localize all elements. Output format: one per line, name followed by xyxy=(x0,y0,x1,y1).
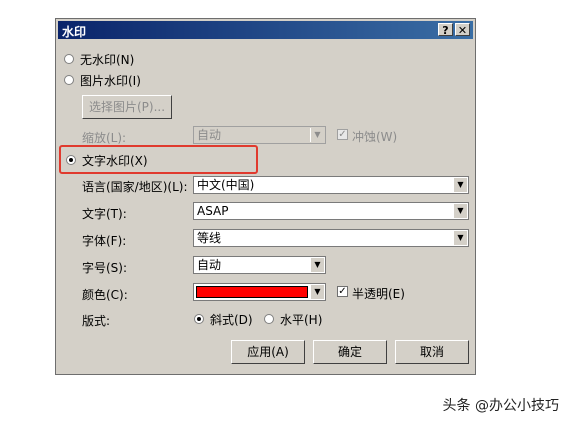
highlight-box xyxy=(59,145,258,174)
language-label: 语言(国家/地区)(L): xyxy=(82,180,188,194)
radio-layout-horizontal[interactable] xyxy=(264,314,274,324)
semitransparent-label[interactable]: 半透明(E) xyxy=(352,285,405,302)
size-label: 字号(S): xyxy=(82,261,128,275)
chevron-down-icon[interactable]: ▼ xyxy=(453,231,467,245)
cancel-button[interactable]: 取消 xyxy=(395,340,469,364)
font-label: 字体(F): xyxy=(82,234,127,248)
font-dropdown[interactable]: 等线 ▼ xyxy=(193,229,469,247)
scale-label: 缩放(L): xyxy=(82,131,127,145)
layout-label: 版式: xyxy=(82,314,111,328)
chevron-down-icon[interactable]: ▼ xyxy=(310,128,324,142)
radio-no-watermark[interactable] xyxy=(64,54,74,64)
radio-picture-watermark[interactable] xyxy=(64,75,74,85)
text-value: ASAP xyxy=(197,204,229,218)
scale-value: 自动 xyxy=(197,128,222,142)
picture-watermark-label[interactable]: 图片水印(I) xyxy=(80,72,141,89)
title-bar[interactable]: 水印 ? ✕ xyxy=(58,21,473,39)
help-button[interactable]: ? xyxy=(438,23,453,37)
color-dropdown[interactable]: ▼ xyxy=(193,283,326,301)
washout-label: 冲蚀(W) xyxy=(352,130,398,144)
size-value: 自动 xyxy=(197,258,222,272)
ok-button[interactable]: 确定 xyxy=(313,340,387,364)
layout-horizontal-label[interactable]: 水平(H) xyxy=(280,311,322,328)
credit-watermark: 头条 @办公小技巧 xyxy=(442,398,559,414)
washout-checkbox[interactable]: ✓ xyxy=(337,129,348,140)
chevron-down-icon[interactable]: ▼ xyxy=(453,204,467,218)
color-label: 颜色(C): xyxy=(82,288,128,302)
text-label: 文字(T): xyxy=(82,207,127,221)
size-dropdown[interactable]: 自动 ▼ xyxy=(193,256,326,274)
chevron-down-icon[interactable]: ▼ xyxy=(453,178,467,192)
chevron-down-icon[interactable]: ▼ xyxy=(310,258,324,272)
close-button[interactable]: ✕ xyxy=(455,23,470,37)
no-watermark-label[interactable]: 无水印(N) xyxy=(80,51,134,68)
apply-button[interactable]: 应用(A) xyxy=(231,340,305,364)
language-value: 中文(中国) xyxy=(197,178,255,192)
color-swatch xyxy=(196,286,308,298)
language-dropdown[interactable]: 中文(中国) ▼ xyxy=(193,176,469,194)
chevron-down-icon[interactable]: ▼ xyxy=(310,285,324,299)
text-dropdown[interactable]: ASAP ▼ xyxy=(193,202,469,220)
layout-diagonal-label[interactable]: 斜式(D) xyxy=(210,311,253,328)
font-value: 等线 xyxy=(197,231,222,245)
dialog-title: 水印 xyxy=(62,25,87,39)
semitransparent-checkbox[interactable]: ✓ xyxy=(337,286,348,297)
radio-layout-diagonal[interactable] xyxy=(194,314,204,324)
select-picture-button[interactable]: 选择图片(P)... xyxy=(82,95,172,119)
scale-dropdown[interactable]: 自动 ▼ xyxy=(193,126,326,144)
